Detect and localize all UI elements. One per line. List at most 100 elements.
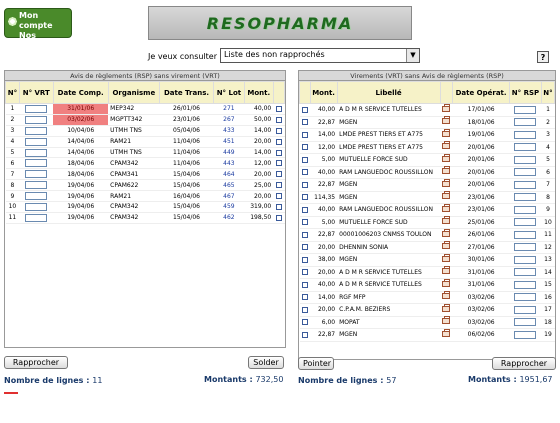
solder-button[interactable]: Solder (248, 356, 284, 369)
rsp-input[interactable] (514, 180, 537, 189)
lot-link[interactable]: 462 (213, 212, 245, 224)
document-icon[interactable] (442, 191, 451, 200)
chevron-down-icon[interactable]: ▼ (406, 49, 419, 62)
col-lot[interactable]: N° Lot (213, 81, 245, 104)
row-checkbox[interactable] (275, 214, 282, 221)
table-row[interactable]: 8 19/04/06 CPAM622 15/04/06 465 25,00 (5, 179, 285, 192)
col-date-trans[interactable]: Date Trans. (159, 81, 214, 104)
row-checkbox[interactable] (275, 127, 282, 134)
vrt-input[interactable] (25, 181, 48, 190)
col-rsp[interactable]: N° RSP (509, 81, 542, 104)
document-icon[interactable] (442, 328, 451, 337)
table-row[interactable]: 20,00 DHENNIN SONIA 27/01/06 12 (299, 241, 555, 254)
table-row[interactable]: 20,00 A D M R SERVICE TUTELLES 31/01/06 14 (299, 266, 555, 279)
document-icon[interactable] (442, 216, 451, 225)
rsp-input[interactable] (514, 143, 537, 152)
document-icon[interactable] (442, 203, 451, 212)
row-checkbox[interactable] (275, 160, 282, 167)
rsp-input[interactable] (514, 105, 537, 114)
lot-link[interactable]: 271 (213, 103, 245, 115)
document-icon[interactable] (442, 103, 451, 112)
lot-link[interactable]: 267 (213, 114, 245, 126)
table-row[interactable]: 38,00 MGEN 30/01/06 13 (299, 253, 555, 267)
vrt-input[interactable] (25, 170, 48, 179)
lot-link[interactable]: 443 (213, 157, 245, 170)
rsp-input[interactable] (514, 130, 537, 139)
lot-link[interactable]: 451 (213, 136, 245, 148)
table-row[interactable]: 6 18/04/06 CPAM342 11/04/06 443 12,00 (5, 157, 285, 170)
row-checkbox[interactable] (301, 206, 308, 213)
table-row[interactable]: 40,00 A D M R SERVICE TUTELLES 31/01/06 15 (299, 278, 555, 292)
table-row[interactable]: 5 14/04/06 UTMH TNS 11/04/06 449 14,00 (5, 147, 285, 159)
lot-link[interactable]: 449 (213, 147, 245, 159)
row-checkbox[interactable] (275, 203, 282, 210)
row-checkbox[interactable] (301, 219, 308, 226)
row-checkbox[interactable] (301, 181, 308, 188)
document-icon[interactable] (442, 116, 451, 125)
rsp-input[interactable] (514, 330, 537, 339)
table-row[interactable]: 6,00 MOPAT 03/02/06 18 (299, 316, 555, 329)
document-icon[interactable] (442, 303, 451, 312)
table-row[interactable]: 11 19/04/06 CPAM342 15/04/06 462 198,50 (5, 212, 285, 224)
row-checkbox[interactable] (301, 294, 308, 301)
rsp-input[interactable] (514, 305, 537, 314)
document-icon[interactable] (442, 166, 451, 175)
row-checkbox[interactable] (275, 116, 282, 123)
table-row[interactable]: 14,00 RGF MFP 03/02/06 16 (299, 291, 555, 304)
vrt-input[interactable] (25, 137, 48, 146)
row-checkbox[interactable] (301, 306, 308, 313)
rsp-input[interactable] (514, 118, 537, 127)
row-checkbox[interactable] (301, 131, 308, 138)
table-row[interactable]: 114,35 MGEN 23/01/06 8 (299, 191, 555, 204)
rsp-input[interactable] (514, 155, 537, 164)
account-options-button[interactable]: Mon compte Nos options (4, 8, 72, 50)
document-icon[interactable] (442, 278, 451, 287)
vrt-input[interactable] (25, 213, 48, 222)
document-icon[interactable] (442, 316, 451, 325)
table-row[interactable]: 3 10/04/06 UTMH TNS 05/04/06 433 14,00 (5, 125, 285, 137)
right-rapprocher-button[interactable]: Rapprocher (492, 357, 556, 370)
row-checkbox[interactable] (301, 231, 308, 238)
row-checkbox[interactable] (275, 193, 282, 200)
rsp-input[interactable] (514, 218, 537, 227)
lot-link[interactable]: 464 (213, 168, 245, 181)
table-row[interactable]: 22,87 MGEN 06/02/06 19 (299, 328, 555, 342)
col-num[interactable]: N° (540, 81, 556, 104)
rsp-input[interactable] (514, 255, 537, 264)
col-libelle[interactable]: Libellé (336, 81, 441, 104)
row-checkbox[interactable] (301, 281, 308, 288)
table-row[interactable]: 1 31/01/06 MEP342 26/01/06 271 40,00 (5, 103, 285, 115)
rsp-input[interactable] (514, 193, 537, 202)
table-row[interactable]: 14,00 LMDE PREST TIERS ET A775 19/01/06 3 (299, 128, 555, 142)
vrt-input[interactable] (25, 192, 48, 201)
row-checkbox[interactable] (301, 169, 308, 176)
row-checkbox[interactable] (301, 119, 308, 126)
rsp-input[interactable] (514, 293, 537, 302)
col-num[interactable]: N° (5, 81, 20, 104)
document-icon[interactable] (442, 266, 451, 275)
row-checkbox[interactable] (301, 256, 308, 263)
document-icon[interactable] (442, 178, 451, 187)
document-icon[interactable] (442, 228, 451, 237)
table-row[interactable]: 4 14/04/06 RAM21 11/04/06 451 20,00 (5, 136, 285, 148)
document-icon[interactable] (442, 141, 451, 150)
document-icon[interactable] (442, 253, 451, 262)
vrt-input[interactable] (25, 115, 48, 124)
row-checkbox[interactable] (275, 149, 282, 156)
vrt-input[interactable] (25, 104, 48, 113)
rsp-input[interactable] (514, 205, 537, 214)
help-button[interactable]: ? (537, 51, 549, 63)
col-date-operat[interactable]: Date Opérat. (452, 81, 510, 104)
table-row[interactable]: 5,00 MUTUELLE FORCE SUD 20/01/06 5 (299, 153, 555, 167)
col-date-comp[interactable]: Date Comp. (52, 81, 109, 104)
document-icon[interactable] (442, 291, 451, 300)
vrt-input[interactable] (25, 148, 48, 157)
table-row[interactable]: 22,87 00001006203 CNMSS TOULON 26/01/06 11 (299, 228, 555, 242)
row-checkbox[interactable] (275, 105, 282, 112)
table-row[interactable]: 22,87 MGEN 20/01/06 7 (299, 178, 555, 192)
col-montant[interactable]: Mont. (243, 81, 274, 104)
rsp-input[interactable] (514, 268, 537, 277)
lot-link[interactable]: 465 (213, 179, 245, 192)
table-row[interactable]: 40,00 RAM LANGUEDOC ROUSSILLON 23/01/06 9 (299, 203, 555, 217)
rsp-input[interactable] (514, 230, 537, 239)
